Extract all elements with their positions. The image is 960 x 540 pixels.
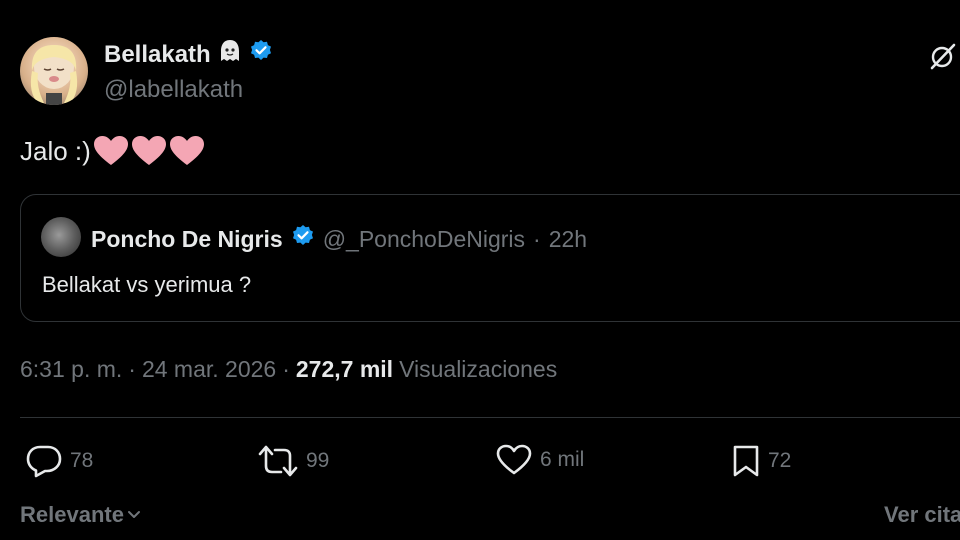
repost-icon xyxy=(258,444,298,478)
divider xyxy=(20,417,960,418)
view-quotes-link[interactable]: Ver cita xyxy=(884,502,960,528)
like-count: 6 mil xyxy=(540,448,585,471)
meta-separator: · xyxy=(282,356,290,382)
pink-heart-icon xyxy=(93,136,128,165)
author-handle[interactable]: @labellakath xyxy=(104,76,243,104)
reply-button[interactable]: 78 xyxy=(26,444,93,478)
bookmark-count: 72 xyxy=(768,449,792,472)
tweet-date[interactable]: 24 mar. 2026 xyxy=(142,356,276,383)
sort-dropdown[interactable]: Relevante xyxy=(20,502,142,528)
reply-count: 78 xyxy=(70,449,94,472)
hearts xyxy=(93,135,205,167)
ghost-emoji-icon xyxy=(219,39,241,70)
tweet-text: Jalo :) xyxy=(20,135,91,166)
verified-badge-icon xyxy=(249,39,273,70)
tweet-meta: 6:31 p. m. · 24 mar. 2026 · 272,7 mil Vi… xyxy=(20,356,557,383)
author-display-name[interactable]: Bellakath xyxy=(104,41,211,69)
quoted-time[interactable]: 22h xyxy=(549,226,587,253)
tweet-detail: Bellakath @labellakath Jalo :) Poncho De… xyxy=(0,0,960,540)
quoted-header: Poncho De Nigris @_PonchoDeNigris · 22h xyxy=(91,224,587,254)
reply-icon xyxy=(26,444,62,478)
sort-label: Relevante xyxy=(20,502,124,527)
author-name-row[interactable]: Bellakath xyxy=(104,39,273,70)
pink-heart-icon xyxy=(131,136,166,165)
tweet-time[interactable]: 6:31 p. m. xyxy=(20,356,122,383)
bookmark-icon xyxy=(732,444,760,478)
quoted-handle[interactable]: @_PonchoDeNigris xyxy=(323,226,525,253)
repost-button[interactable]: 99 xyxy=(258,444,329,478)
tweet-text-row: Jalo :) xyxy=(20,135,205,167)
verified-badge-icon xyxy=(291,224,315,254)
quoted-separator: · xyxy=(533,225,541,252)
quoted-text: Bellakat vs yerimua ? xyxy=(42,272,252,297)
repost-count: 99 xyxy=(306,449,330,472)
bookmark-button[interactable]: 72 xyxy=(732,444,791,478)
like-icon xyxy=(496,444,532,476)
views-label: Visualizaciones xyxy=(399,356,558,382)
grok-icon[interactable] xyxy=(928,42,956,70)
avatar[interactable] xyxy=(20,37,88,105)
views-count: 272,7 mil xyxy=(295,356,394,382)
meta-separator: · xyxy=(128,356,136,382)
like-button[interactable]: 6 mil xyxy=(496,444,584,476)
quoted-display-name[interactable]: Poncho De Nigris xyxy=(91,226,283,253)
quoted-avatar[interactable] xyxy=(41,217,81,257)
quoted-tweet-card[interactable]: Poncho De Nigris @_PonchoDeNigris · 22h … xyxy=(20,194,960,322)
chevron-down-icon xyxy=(126,502,142,528)
pink-heart-icon xyxy=(169,136,204,165)
